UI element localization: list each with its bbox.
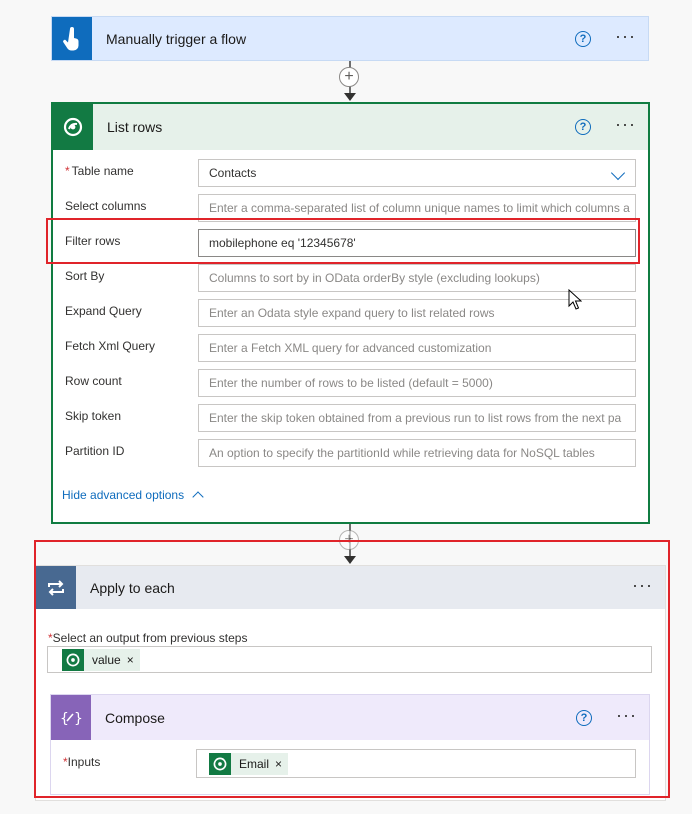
- dataverse-icon: [209, 753, 231, 775]
- field-skip-token: Skip token Enter the skip token obtained…: [65, 404, 637, 432]
- apply-to-each-title: Apply to each: [90, 579, 175, 596]
- arrow-down-icon: [344, 556, 356, 564]
- fetch-xml-query-input[interactable]: Enter a Fetch XML query for advanced cus…: [198, 334, 636, 362]
- list-rows-card: List rows ? ··· * Table name Contacts Sel…: [51, 102, 650, 524]
- mouse-cursor-icon: [568, 289, 582, 310]
- field-partition-id: Partition ID An option to specify the pa…: [65, 439, 637, 467]
- inputs-label: *Inputs: [63, 755, 101, 769]
- select-output-label: *Select an output from previous steps: [48, 631, 248, 645]
- value-token[interactable]: value ×: [62, 649, 140, 671]
- arrow-down-icon: [344, 93, 356, 101]
- dataverse-icon: [53, 104, 93, 150]
- hide-advanced-options-link[interactable]: Hide advanced options: [62, 488, 204, 503]
- field-expand-query: Expand Query Enter an Odata style expand…: [65, 299, 637, 327]
- trigger-card[interactable]: Manually trigger a flow ? ···: [51, 16, 649, 61]
- field-sort-by: Sort By Columns to sort by in OData orde…: [65, 264, 637, 292]
- trigger-header[interactable]: Manually trigger a flow ? ···: [52, 17, 648, 60]
- select-columns-input[interactable]: Enter a comma-separated list of column u…: [198, 194, 636, 222]
- list-rows-header[interactable]: List rows ? ···: [53, 104, 648, 150]
- more-options-icon[interactable]: ···: [615, 115, 636, 135]
- help-icon[interactable]: ?: [575, 119, 592, 135]
- more-options-icon[interactable]: ···: [615, 27, 636, 47]
- field-table-name: * Table name Contacts: [65, 159, 637, 187]
- select-output-input[interactable]: value ×: [47, 646, 652, 673]
- compose-icon: { }: [51, 695, 91, 740]
- help-icon[interactable]: ?: [576, 709, 593, 726]
- field-fetch-xml-query: Fetch Xml Query Enter a Fetch XML query …: [65, 334, 637, 362]
- filter-rows-input[interactable]: mobilephone eq '12345678': [198, 229, 636, 257]
- inputs-field[interactable]: Email ×: [196, 749, 636, 778]
- partition-id-input[interactable]: An option to specify the partitionId whi…: [198, 439, 636, 467]
- more-options-icon[interactable]: ···: [632, 576, 653, 596]
- compose-title: Compose: [105, 709, 165, 726]
- trigger-title: Manually trigger a flow: [106, 30, 247, 47]
- help-icon[interactable]: ?: [575, 30, 592, 47]
- row-count-input[interactable]: Enter the number of rows to be listed (d…: [198, 369, 636, 397]
- dataverse-icon: [62, 649, 84, 671]
- chevron-up-icon[interactable]: [192, 491, 204, 503]
- remove-token-icon[interactable]: ×: [125, 653, 140, 667]
- field-filter-rows: Filter rows mobilephone eq '12345678': [65, 229, 637, 257]
- list-rows-title: List rows: [107, 119, 163, 135]
- field-select-columns: Select columns Enter a comma-separated l…: [65, 194, 637, 222]
- remove-token-icon[interactable]: ×: [273, 757, 288, 771]
- more-options-icon[interactable]: ···: [616, 706, 637, 726]
- compose-card: { } Compose ? ··· *Inputs Email ×: [50, 694, 650, 795]
- insert-step-plus-icon[interactable]: +: [339, 530, 359, 550]
- email-token[interactable]: Email ×: [209, 753, 289, 775]
- compose-header[interactable]: { } Compose ? ···: [51, 695, 649, 740]
- insert-step-plus-icon[interactable]: +: [339, 67, 359, 87]
- table-name-dropdown[interactable]: Contacts: [198, 159, 636, 187]
- hand-touch-icon: [52, 17, 92, 60]
- chevron-down-icon[interactable]: [610, 165, 626, 181]
- apply-to-each-header[interactable]: Apply to each ···: [36, 566, 665, 609]
- field-label: * Table name: [65, 164, 134, 178]
- field-row-count: Row count Enter the number of rows to be…: [65, 369, 637, 397]
- loop-icon: [36, 566, 76, 609]
- sort-by-input[interactable]: Columns to sort by in OData orderBy styl…: [198, 264, 636, 292]
- skip-token-input[interactable]: Enter the skip token obtained from a pre…: [198, 404, 636, 432]
- svg-text:{: {: [60, 711, 69, 727]
- svg-text:}: }: [74, 711, 82, 727]
